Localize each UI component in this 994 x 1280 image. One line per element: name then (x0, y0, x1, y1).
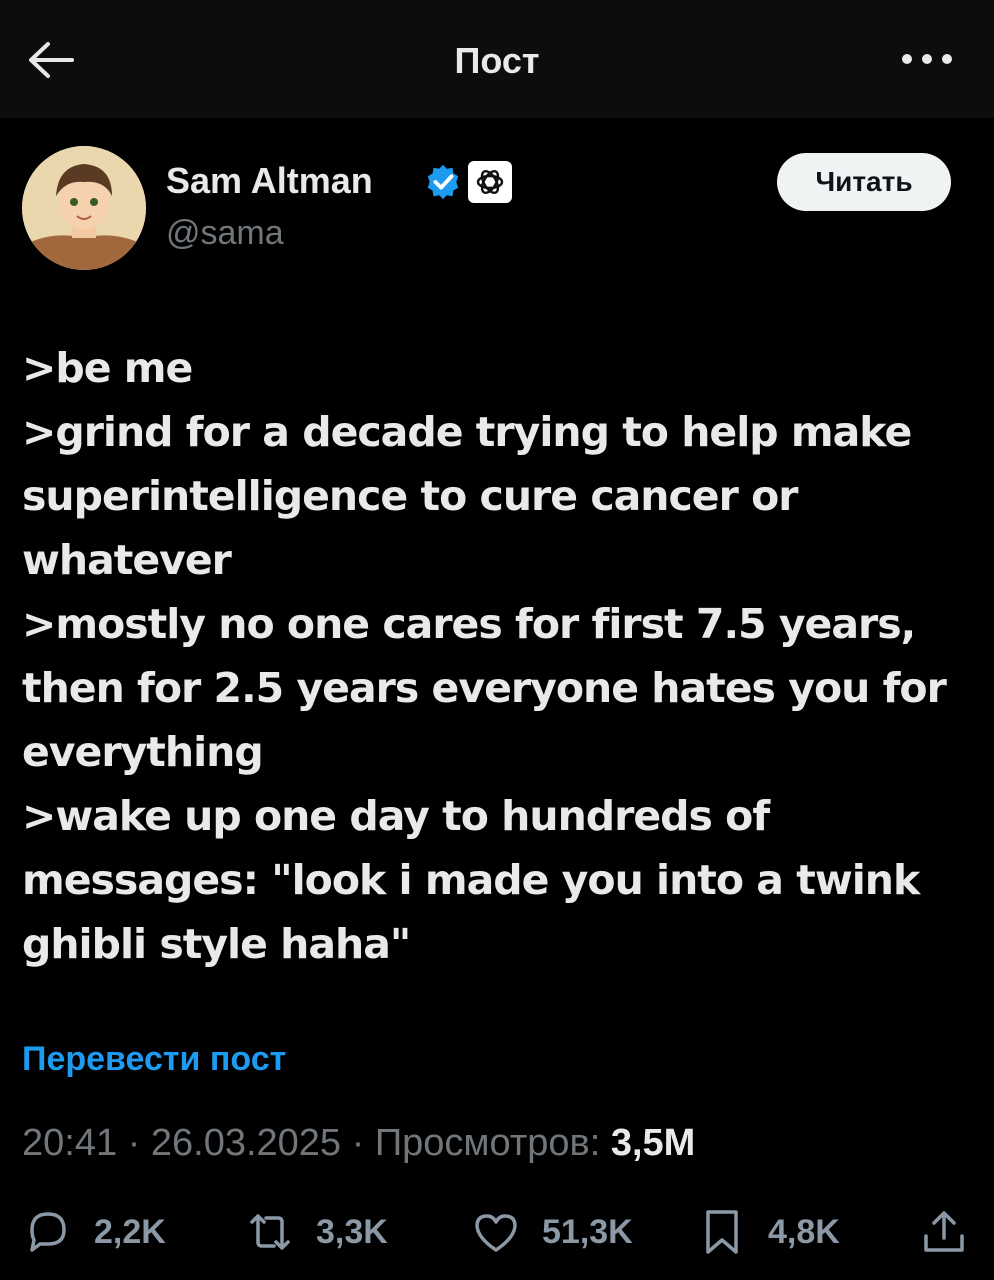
views-count: 3,5M (610, 1122, 696, 1164)
post-meta: 20:41 · 26.03.2025 · Просмотров: 3,5M (22, 1122, 695, 1165)
share-icon (924, 1211, 964, 1252)
post-text-line: whatever (22, 536, 232, 584)
top-bar: Пост (0, 0, 994, 118)
follow-button[interactable]: Читать (777, 153, 951, 211)
repost-icon (250, 1214, 290, 1250)
affiliate-badge[interactable] (468, 161, 512, 203)
post-text-line: ghibli style haha" (22, 920, 411, 968)
bookmark-button[interactable]: 4,8K (698, 1208, 840, 1256)
reply-count: 2,2K (94, 1212, 166, 1251)
post-text-line: messages: "look i made you into a twink (22, 856, 920, 904)
share-button[interactable] (920, 1208, 968, 1256)
author-handle[interactable]: @sama (166, 214, 284, 253)
action-bar: 2,2K 3,3K 51,3K 4,8K (0, 1200, 994, 1264)
translate-post-link[interactable]: Перевести пост (22, 1040, 286, 1079)
like-button[interactable]: 51,3K (472, 1208, 633, 1256)
reply-button[interactable]: 2,2K (24, 1208, 166, 1256)
post-date[interactable]: 26.03.2025 (151, 1122, 341, 1164)
post-text-line: then for 2.5 years everyone hates you fo… (22, 664, 947, 712)
reply-icon (30, 1212, 66, 1252)
post-time[interactable]: 20:41 (22, 1122, 117, 1164)
post-text-line: >mostly no one cares for first 7.5 years… (22, 600, 916, 648)
avatar[interactable] (22, 146, 146, 270)
repost-count: 3,3K (316, 1212, 388, 1251)
heart-icon (475, 1214, 517, 1252)
meta-separator: · (127, 1122, 141, 1164)
avatar-image (22, 146, 146, 270)
views-label: Просмотров: (374, 1122, 601, 1164)
post-text-line: >grind for a decade trying to help make (22, 408, 912, 456)
more-options-button[interactable] (900, 44, 954, 74)
more-horizontal-icon (902, 54, 952, 64)
post-text-line: everything (22, 728, 264, 776)
post-text: >be me >grind for a decade trying to hel… (22, 336, 972, 976)
author-name[interactable]: Sam Altman (166, 160, 373, 202)
verified-badge-icon (427, 164, 459, 200)
meta-separator: · (351, 1122, 365, 1164)
page-title: Пост (454, 40, 540, 81)
like-count: 51,3K (542, 1212, 633, 1251)
bookmark-count: 4,8K (768, 1212, 840, 1251)
post-text-line: >be me (22, 344, 193, 392)
post-text-line: >wake up one day to hundreds of (22, 792, 770, 840)
bookmark-icon (706, 1210, 738, 1254)
openai-logo-icon (476, 169, 504, 195)
post-text-line: superintelligence to cure cancer or (22, 472, 799, 520)
repost-button[interactable]: 3,3K (246, 1208, 388, 1256)
